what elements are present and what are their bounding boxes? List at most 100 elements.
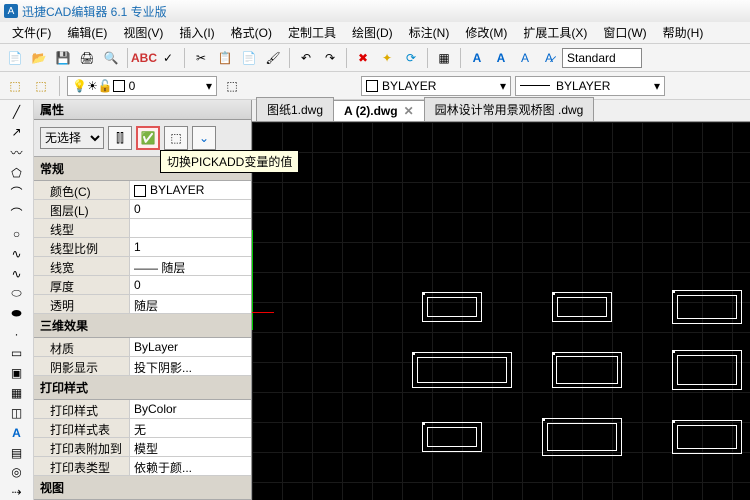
menu-format[interactable]: 格式(O) — [223, 22, 280, 43]
redo-icon[interactable]: ↷ — [319, 47, 341, 69]
donut-icon[interactable]: ◎ — [6, 464, 28, 480]
erase-icon[interactable]: ✖ — [352, 47, 374, 69]
cad-entity[interactable] — [672, 350, 742, 390]
prop-value[interactable]: BYLAYER — [130, 181, 251, 199]
ellipse-icon[interactable]: ⬭ — [6, 286, 28, 302]
menu-edit[interactable]: 编辑(E) — [59, 22, 115, 43]
pline-icon[interactable]: 〰 — [6, 144, 28, 161]
cad-entity[interactable] — [412, 352, 512, 388]
rect-icon[interactable]: ▭ — [6, 345, 28, 361]
text-a4-icon[interactable]: A̷ — [538, 47, 560, 69]
prop-value[interactable]: 模型 — [130, 438, 251, 456]
menu-draw[interactable]: 绘图(D) — [344, 22, 401, 43]
block-icon[interactable]: ▣ — [6, 365, 28, 381]
group-3d[interactable]: 三维效果 — [34, 314, 251, 338]
spline2-icon[interactable]: ∿ — [6, 266, 28, 282]
separator — [427, 48, 428, 68]
menu-modify[interactable]: 修改(M) — [457, 22, 515, 43]
menu-ext[interactable]: 扩展工具(X) — [515, 22, 595, 43]
prop-value[interactable]: ByColor — [130, 400, 251, 418]
prop-value[interactable]: —— 随层 — [130, 257, 251, 275]
open-icon[interactable]: 📂 — [28, 47, 50, 69]
spline-icon[interactable]: ∿ — [6, 246, 28, 262]
textstyle-combo[interactable]: Standard — [562, 48, 642, 68]
prop-value[interactable]: 随层 — [130, 295, 251, 313]
copy-icon[interactable]: 📋 — [214, 47, 236, 69]
nav-icon[interactable]: ▦ — [433, 47, 455, 69]
region-icon[interactable]: ◫ — [6, 405, 28, 421]
menu-help[interactable]: 帮助(H) — [655, 22, 712, 43]
group-plot[interactable]: 打印样式 — [34, 376, 251, 400]
prop-value[interactable]: 依赖于颜... — [130, 457, 251, 475]
color-combo[interactable]: BYLAYER ▾ — [361, 76, 511, 96]
prop-value[interactable]: 无 — [130, 419, 251, 437]
find-icon[interactable]: ABC — [133, 47, 155, 69]
ellipsearc-icon[interactable]: ⬬ — [6, 306, 28, 322]
pickadd-toggle-button[interactable]: ✅ — [136, 126, 160, 150]
layerstate-icon[interactable]: ⬚ — [30, 75, 52, 97]
text-icon[interactable]: A — [6, 425, 28, 441]
cad-entity[interactable] — [552, 292, 612, 322]
menu-view[interactable]: 视图(V) — [115, 22, 171, 43]
hatch-icon[interactable]: ▦ — [6, 385, 28, 401]
table-icon[interactable]: ▤ — [6, 445, 28, 461]
cad-entity[interactable] — [422, 292, 482, 322]
selection-filter-combo[interactable]: 无选择 — [40, 127, 104, 149]
menu-file[interactable]: 文件(F) — [4, 22, 59, 43]
arc-icon[interactable]: ⌒ — [6, 184, 28, 201]
text-a3-icon[interactable]: A — [514, 47, 536, 69]
cad-entity[interactable] — [552, 352, 622, 388]
app-logo: A — [4, 4, 18, 18]
quickselect-button[interactable]: ⫿⫿ — [108, 126, 132, 150]
cad-entity[interactable] — [672, 290, 742, 324]
linetype-preview — [520, 85, 550, 86]
layers-icon[interactable]: ⬚ — [4, 75, 26, 97]
drawing-viewport[interactable] — [252, 122, 750, 500]
explode-icon[interactable]: ✦ — [376, 47, 398, 69]
layerprev-icon[interactable]: ⬚ — [221, 75, 243, 97]
ray-icon[interactable]: ⇢ — [6, 484, 28, 500]
prop-value[interactable]: 0 — [130, 200, 251, 218]
tab-doc2[interactable]: A (2).dwg✕ — [333, 100, 425, 121]
polygon-icon[interactable]: ⬠ — [6, 165, 28, 181]
prop-value[interactable]: ByLayer — [130, 338, 251, 356]
linetype-combo[interactable]: BYLAYER ▾ — [515, 76, 665, 96]
tab-doc1[interactable]: 图纸1.dwg — [256, 97, 334, 121]
layer-combo[interactable]: 💡 ☀ 🔓 0 ▾ — [67, 76, 217, 96]
preview-icon[interactable]: 🔍 — [100, 47, 122, 69]
point-icon[interactable]: · — [6, 326, 28, 342]
undo-icon[interactable]: ↶ — [295, 47, 317, 69]
menu-custom[interactable]: 定制工具 — [280, 22, 344, 43]
text-a2-icon[interactable]: A — [490, 47, 512, 69]
document-tabs: 图纸1.dwg A (2).dwg✕ 园林设计常用景观桥图 .dwg — [252, 100, 750, 122]
save-icon[interactable]: 💾 — [52, 47, 74, 69]
spell-icon[interactable]: ✓ — [157, 47, 179, 69]
paste-icon[interactable]: 📄 — [238, 47, 260, 69]
prop-value[interactable]: 0 — [130, 276, 251, 294]
text-a1-icon[interactable]: A — [466, 47, 488, 69]
filter-button[interactable]: ⌄ — [192, 126, 216, 150]
new-icon[interactable]: 📄 — [4, 47, 26, 69]
xline-icon[interactable]: ↗ — [6, 124, 28, 140]
cad-entity[interactable] — [672, 420, 742, 454]
menu-insert[interactable]: 插入(I) — [171, 22, 222, 43]
menu-dim[interactable]: 标注(N) — [401, 22, 458, 43]
cad-entity[interactable] — [422, 422, 482, 452]
regen-icon[interactable]: ⟳ — [400, 47, 422, 69]
menu-window[interactable]: 窗口(W) — [595, 22, 654, 43]
line-icon[interactable]: ╱ — [6, 104, 28, 120]
cad-entity[interactable] — [542, 418, 622, 456]
print-icon[interactable]: 🖨 — [76, 47, 98, 69]
prop-value[interactable] — [130, 219, 251, 237]
matchprop-icon[interactable]: 🖌 — [262, 47, 284, 69]
cut-icon[interactable]: ✂ — [190, 47, 212, 69]
group-view[interactable]: 视图 — [34, 476, 251, 500]
close-icon[interactable]: ✕ — [404, 104, 414, 118]
prop-label: 材质 — [34, 338, 130, 356]
prop-value[interactable]: 1 — [130, 238, 251, 256]
arc2-icon[interactable]: ⌒ — [6, 205, 28, 222]
selectobj-button[interactable]: ⬚ — [164, 126, 188, 150]
circle-icon[interactable]: ○ — [6, 226, 28, 242]
tab-doc3[interactable]: 园林设计常用景观桥图 .dwg — [424, 97, 595, 121]
prop-value[interactable]: 投下阴影... — [130, 357, 251, 375]
